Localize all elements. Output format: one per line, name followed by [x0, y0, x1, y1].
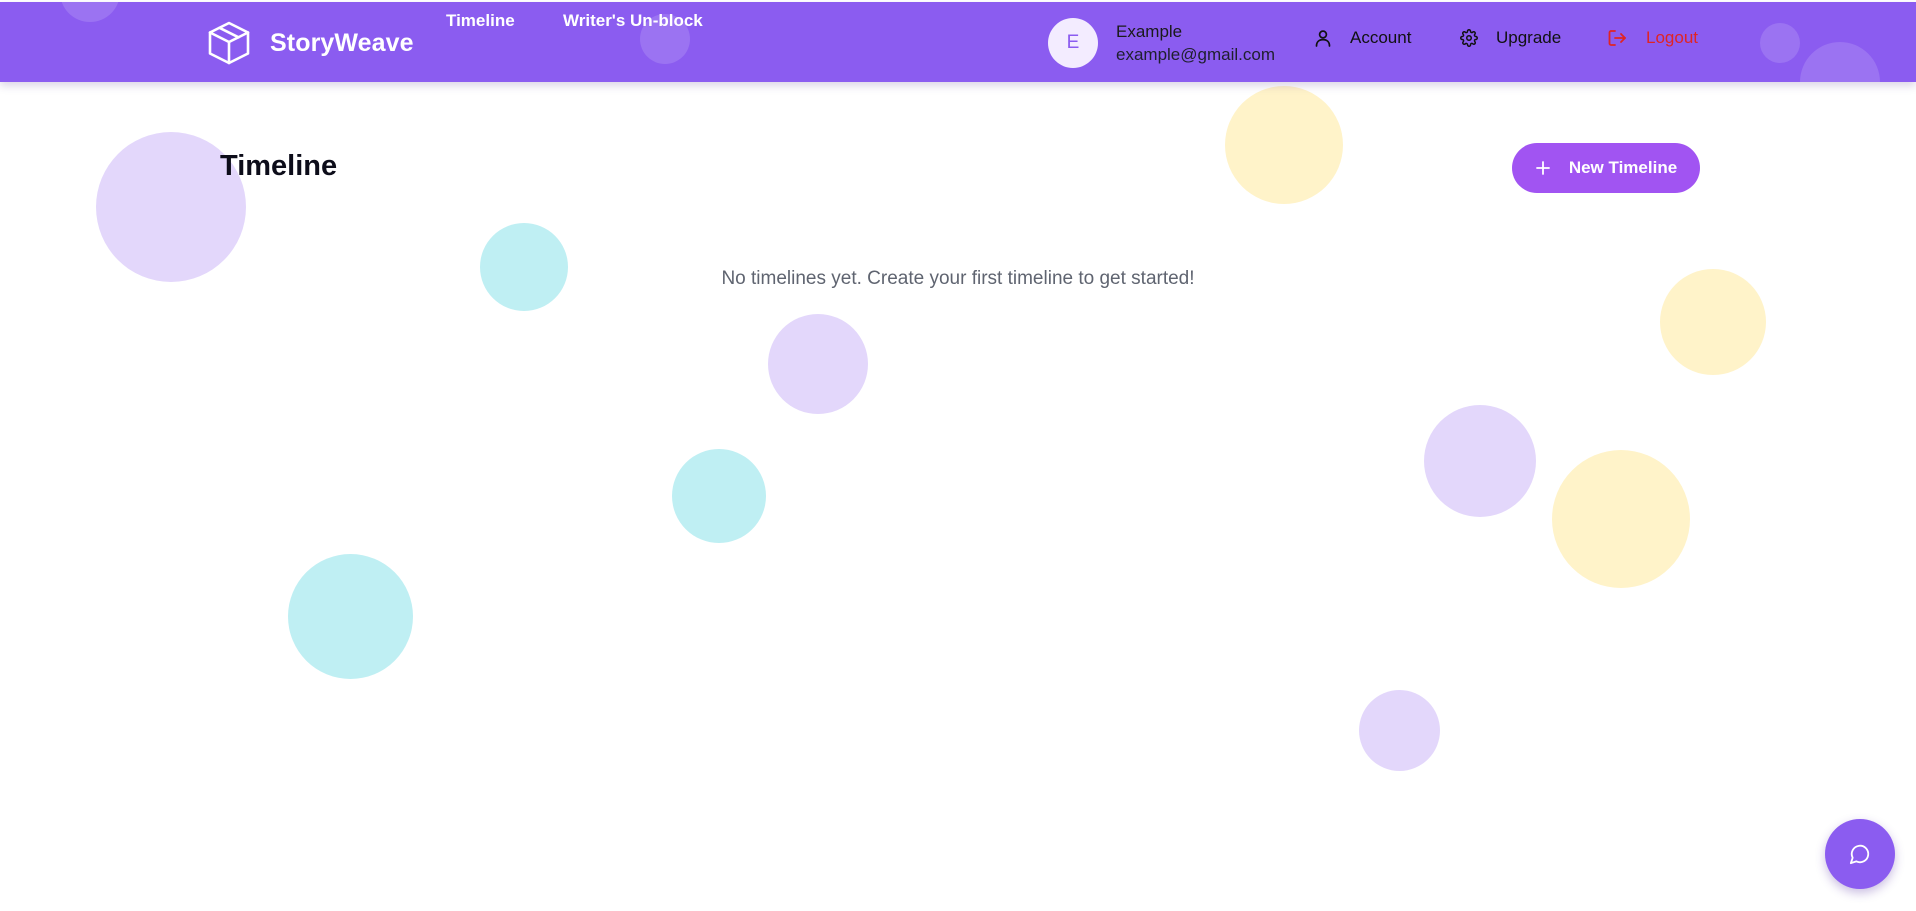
logout-label: Logout: [1646, 28, 1698, 47]
nav-link-writers-unblock[interactable]: Writer's Un-block: [563, 11, 703, 31]
cube-icon: [206, 20, 252, 66]
page-title: Timeline: [220, 150, 338, 182]
account-label: Account: [1350, 28, 1412, 47]
nav-link-timeline[interactable]: Timeline: [446, 11, 515, 31]
gear-icon: [1460, 29, 1478, 47]
empty-state-message: No timelines yet. Create your first time…: [721, 268, 1195, 289]
header-decorative-bubble: [1800, 42, 1880, 82]
user-email: example@gmail.com: [1116, 44, 1275, 64]
app-page: StoryWeave Timeline Writer's Un-block E …: [0, 0, 1916, 911]
new-timeline-label: New Timeline: [1568, 158, 1678, 177]
decorative-bubble: [1225, 86, 1343, 204]
decorative-bubble: [1424, 405, 1536, 517]
chat-bubble-icon: [1849, 843, 1871, 865]
chat-button[interactable]: [1825, 819, 1895, 889]
decorative-bubble: [288, 554, 413, 679]
top-header: StoryWeave Timeline Writer's Un-block E …: [0, 2, 1916, 82]
header-decorative-bubble: [60, 2, 120, 22]
upgrade-label: Upgrade: [1496, 28, 1562, 47]
new-timeline-button[interactable]: New Timeline: [1512, 143, 1700, 193]
decorative-bubble: [768, 314, 868, 414]
brand-logo-link[interactable]: StoryWeave: [206, 20, 414, 66]
logout-button[interactable]: Logout: [1608, 28, 1698, 48]
decorative-bubble: [480, 223, 568, 311]
plus-icon: [1535, 160, 1551, 176]
decorative-bubble: [1359, 690, 1440, 771]
logout-icon: [1608, 29, 1628, 47]
brand-name: StoryWeave: [270, 28, 414, 57]
user-name: Example: [1116, 21, 1183, 41]
upgrade-button[interactable]: Upgrade: [1460, 28, 1561, 48]
header-decorative-bubble: [1760, 23, 1800, 63]
user-profile[interactable]: E Example example@gmail.com: [1048, 18, 1275, 68]
avatar: E: [1048, 18, 1098, 68]
user-icon: [1314, 29, 1332, 47]
account-button[interactable]: Account: [1314, 28, 1411, 48]
decorative-bubble: [672, 449, 766, 543]
decorative-bubble: [1552, 450, 1690, 588]
user-info: Example example@gmail.com: [1116, 22, 1275, 65]
